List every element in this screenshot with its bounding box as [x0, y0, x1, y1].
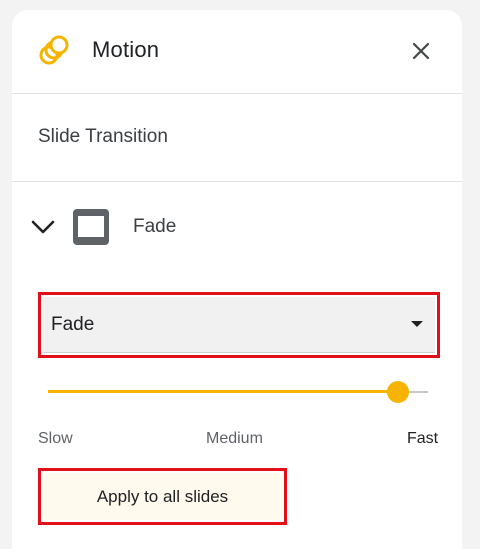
- apply-button-highlight: Apply to all slides: [38, 468, 287, 525]
- chevron-down-icon[interactable]: [30, 214, 56, 240]
- motion-panel: Motion Slide Transition Fade Fade Slow M…: [12, 10, 462, 549]
- slide-transition-section: Slide Transition: [12, 94, 462, 182]
- dropdown-arrow-icon: [411, 321, 423, 327]
- section-title: Slide Transition: [38, 126, 168, 147]
- speed-label-medium: Medium: [206, 430, 263, 447]
- transition-row[interactable]: Fade: [12, 196, 462, 258]
- transition-type-select-highlight: Fade: [38, 292, 440, 358]
- close-button[interactable]: [407, 37, 435, 65]
- apply-to-all-slides-button[interactable]: Apply to all slides: [43, 473, 282, 520]
- close-icon: [412, 42, 430, 60]
- speed-slider[interactable]: [48, 380, 428, 404]
- select-value: Fade: [51, 314, 95, 335]
- speed-label-fast: Fast: [407, 430, 439, 447]
- slider-fill: [48, 390, 398, 393]
- motion-icon: [39, 35, 69, 65]
- panel-header: Motion: [12, 10, 462, 94]
- slide-thumbnail-icon: [73, 209, 109, 245]
- panel-title: Motion: [92, 37, 160, 62]
- transition-type-select[interactable]: Fade: [43, 297, 435, 353]
- transition-name: Fade: [133, 216, 177, 237]
- slider-thumb[interactable]: [387, 381, 409, 403]
- speed-label-slow: Slow: [38, 430, 73, 447]
